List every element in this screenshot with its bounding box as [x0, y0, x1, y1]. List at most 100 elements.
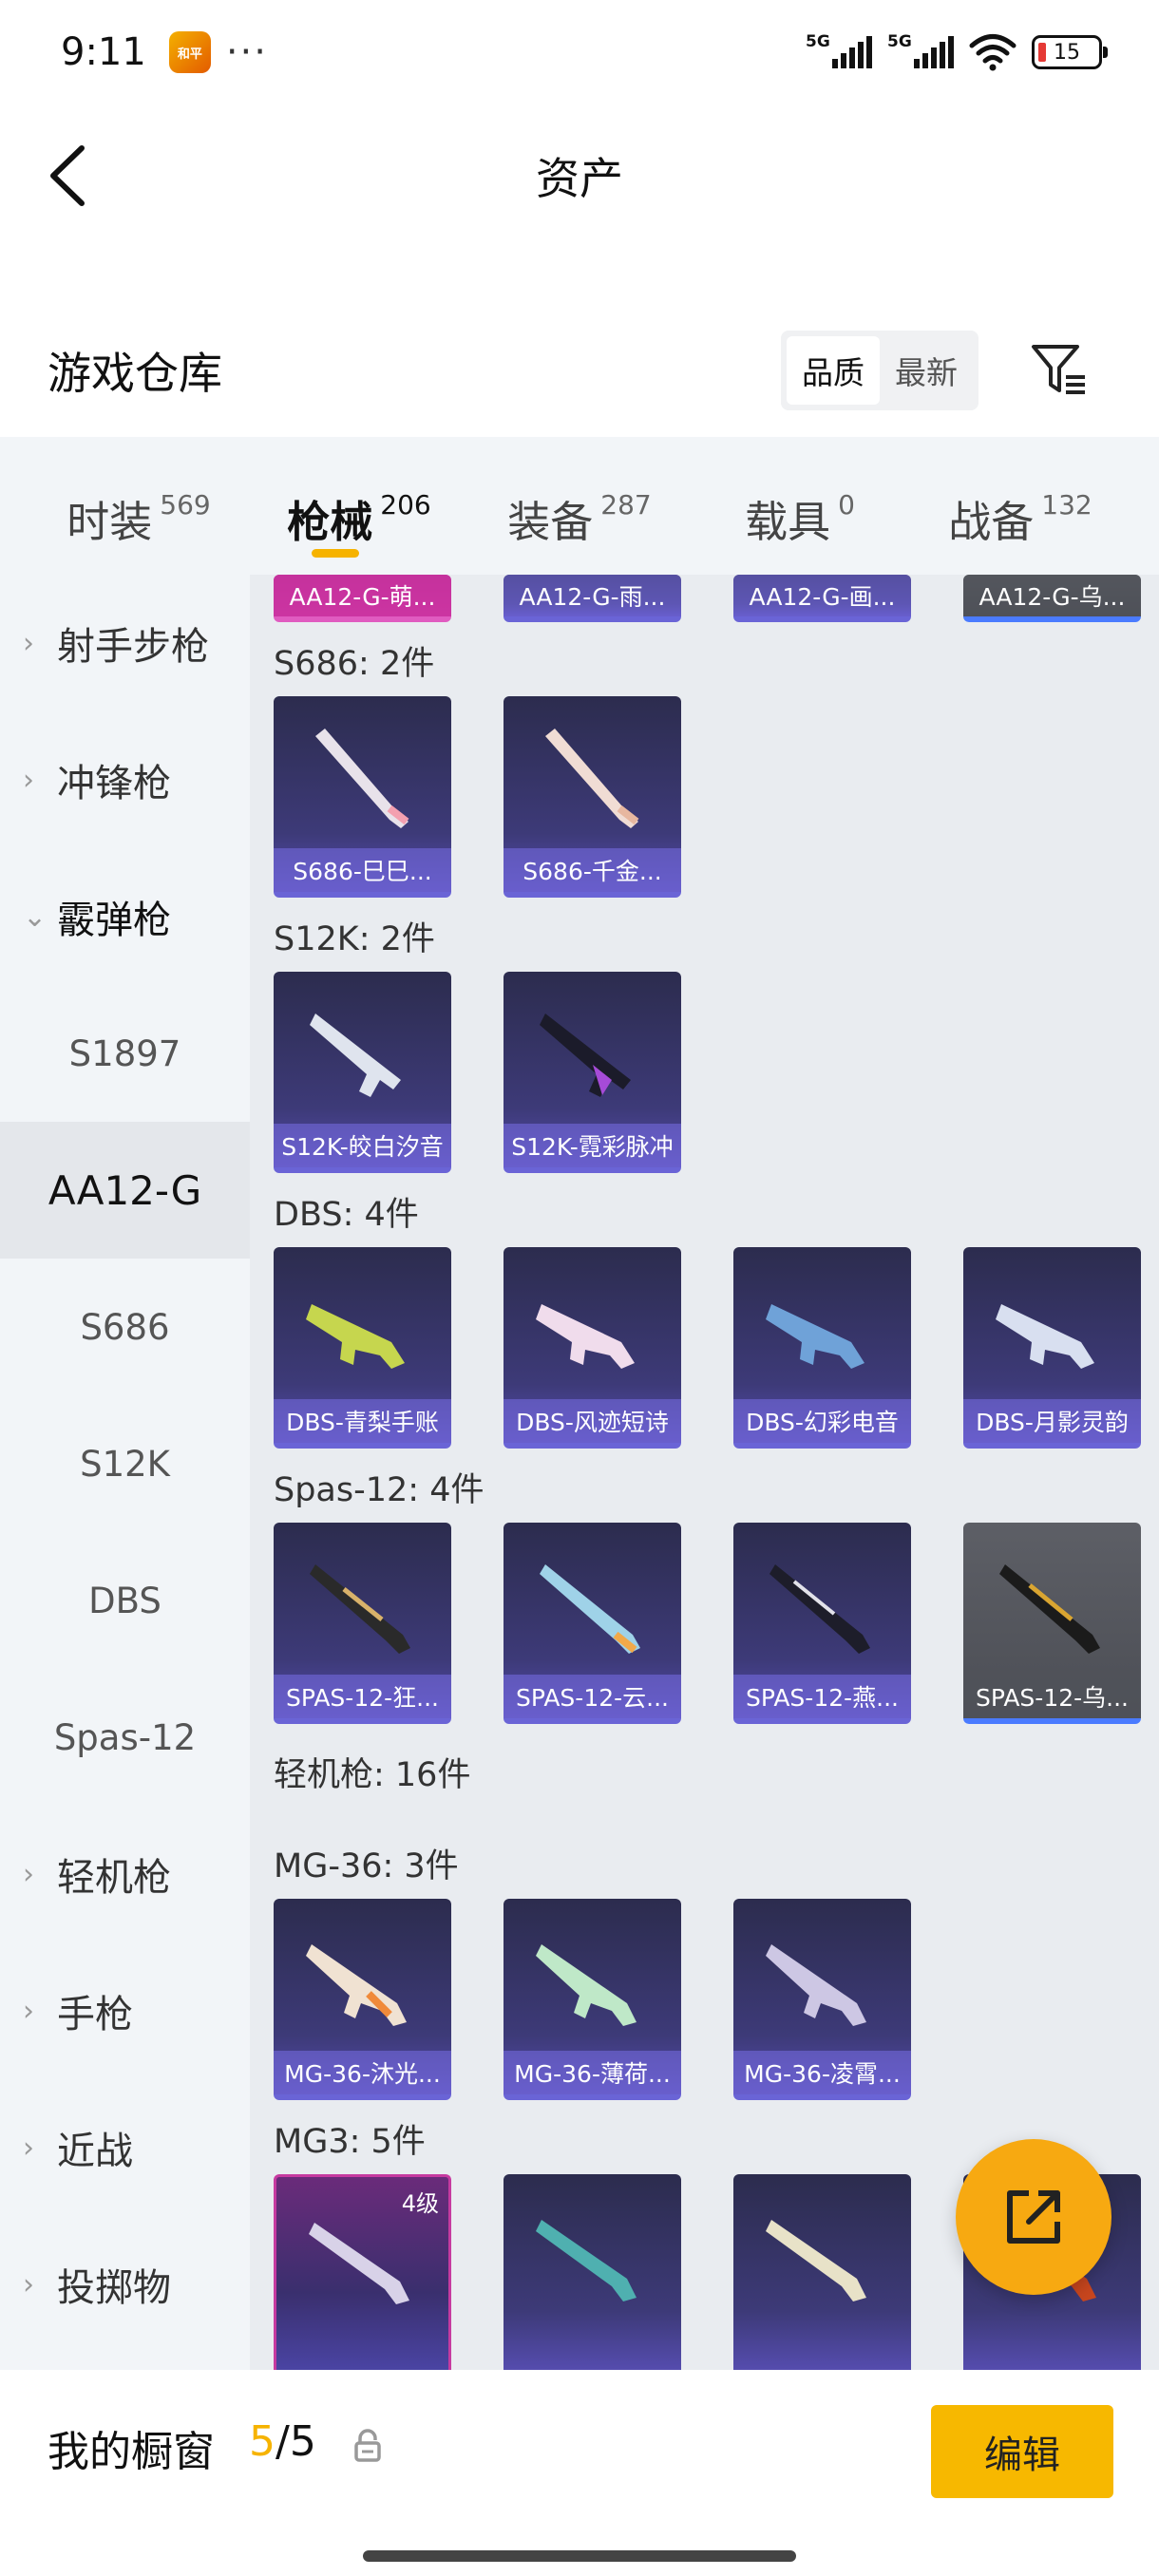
- sidebar-item-label: 手枪: [57, 1993, 133, 2036]
- weapon-card[interactable]: SPAS-12-云...: [504, 1523, 681, 1724]
- sidebar-sub-s686[interactable]: S686: [0, 1259, 250, 1395]
- shotgun-image: [770, 1564, 870, 1654]
- weapon-name: AA12-G-萌...: [274, 575, 451, 616]
- weapon-card[interactable]: SPAS-12-燕...: [733, 1523, 911, 1724]
- tab-label: 枪械: [287, 496, 373, 547]
- battery-level: 15: [1054, 40, 1080, 65]
- sidebar-sub-aa12g[interactable]: AA12-G: [0, 1122, 250, 1259]
- sidebar-sub-s12k[interactable]: S12K: [0, 1395, 250, 1532]
- showcase-title: 我的橱窗: [48, 2428, 215, 2476]
- weapon-card[interactable]: SPAS-12-乌...: [963, 1523, 1141, 1724]
- tab-guns[interactable]: 枪械 206: [249, 468, 469, 558]
- weapon-card[interactable]: DBS-幻彩电音: [733, 1247, 911, 1449]
- weapon-card[interactable]: AA12-G-画...: [733, 575, 911, 622]
- weapon-card[interactable]: AA12-G-乌...: [963, 575, 1141, 622]
- shotgun-image: [315, 729, 409, 828]
- sidebar-item-shotgun[interactable]: ⌄ 霰弹枪: [0, 848, 250, 985]
- rifle-image: [540, 1013, 631, 1097]
- tab-label: 装备: [507, 496, 594, 547]
- weapon-card[interactable]: AA12-G-萌...: [274, 575, 451, 622]
- tab-supplies[interactable]: 战备 132: [910, 468, 1130, 547]
- tab-fashion[interactable]: 时装 569: [28, 468, 249, 547]
- sidebar-item-label: 射手步枪: [57, 625, 209, 669]
- weapon-type-sidebar: › 射手步枪 › 冲锋枪 ⌄ 霰弹枪 S1897 AA12-G S686 S12…: [0, 575, 250, 2370]
- weapon-card[interactable]: S686-千金...: [504, 696, 681, 898]
- section-header: 游戏仓库 品质 最新: [0, 313, 1159, 427]
- tab-count: 0: [838, 488, 855, 521]
- rifle-image: [310, 1013, 401, 1097]
- share-button[interactable]: [956, 2139, 1112, 2295]
- weapon-card[interactable]: S12K-皎白汐音: [274, 972, 451, 1173]
- edit-button[interactable]: 编辑: [931, 2405, 1113, 2498]
- sidebar-item-throwable[interactable]: › 投掷物: [0, 2216, 250, 2353]
- sidebar-sub-dbs[interactable]: DBS: [0, 1532, 250, 1669]
- sidebar-sub-s1897[interactable]: S1897: [0, 985, 250, 1122]
- weapon-card[interactable]: [733, 2174, 911, 2370]
- lmg-image: [536, 1944, 636, 2026]
- weapon-card[interactable]: DBS-月影灵韵: [963, 1247, 1141, 1449]
- page-title: 资产: [536, 153, 623, 204]
- showcase-bar: 我的橱窗 5/5 编辑: [0, 2370, 1159, 2576]
- chevron-down-icon: ⌄: [23, 900, 48, 934]
- sidebar-item-label: 轻机枪: [57, 1856, 171, 1900]
- group-label: MG-36: 3件: [274, 1847, 459, 1885]
- tab-vehicles[interactable]: 载具 0: [690, 468, 910, 547]
- tab-count: 132: [1041, 488, 1092, 521]
- sidebar-item-smg[interactable]: › 冲锋枪: [0, 711, 250, 848]
- weapon-name: AA12-G-乌...: [963, 575, 1141, 616]
- weapon-name: AA12-G-雨...: [504, 575, 681, 616]
- share-external-icon: [1007, 2190, 1060, 2244]
- filter-icon: [1032, 345, 1085, 394]
- lmg-image: [309, 2223, 409, 2304]
- weapon-card[interactable]: AA12-G-雨...: [504, 575, 681, 622]
- weapon-card[interactable]: DBS-青梨手账: [274, 1247, 451, 1449]
- chevron-right-icon: ›: [23, 1857, 34, 1891]
- weapon-card[interactable]: 4级: [274, 2174, 451, 2370]
- sort-toggle: 品质 最新: [781, 331, 978, 410]
- sidebar-item-pistol[interactable]: › 手枪: [0, 1942, 250, 2079]
- back-button[interactable]: [38, 142, 95, 209]
- wifi-icon: [969, 34, 1016, 71]
- section-title: 游戏仓库: [48, 348, 222, 399]
- weapon-name: DBS-月影灵韵: [963, 1399, 1141, 1443]
- sidebar-item-label: 霰弹枪: [57, 899, 171, 942]
- showcase-count-current: 5: [249, 2417, 276, 2466]
- tab-count: 287: [600, 488, 652, 521]
- chevron-right-icon: ›: [23, 626, 34, 660]
- status-time: 9:11: [61, 30, 146, 74]
- weapon-card[interactable]: MG-36-薄荷...: [504, 1899, 681, 2100]
- sidebar-item-marksman-rifle[interactable]: › 射手步枪: [0, 575, 250, 711]
- weapon-name: SPAS-12-狂...: [274, 1675, 451, 1718]
- sidebar-item-lmg[interactable]: › 轻机枪: [0, 1806, 250, 1942]
- sort-newest-button[interactable]: 最新: [880, 336, 973, 405]
- weapon-name: S12K-皎白汐音: [274, 1124, 451, 1167]
- weapon-name: MG-36-沐光...: [274, 2051, 451, 2094]
- weapon-card[interactable]: SPAS-12-狂...: [274, 1523, 451, 1724]
- sort-quality-button[interactable]: 品质: [787, 336, 880, 405]
- weapon-card[interactable]: S686-巳巳...: [274, 696, 451, 898]
- weapon-name: S686-千金...: [504, 848, 681, 892]
- weapon-card[interactable]: DBS-风迹短诗: [504, 1247, 681, 1449]
- home-indicator[interactable]: [363, 2550, 796, 2562]
- chevron-left-icon: [50, 145, 85, 206]
- more-notifications-icon: ···: [225, 30, 268, 74]
- lock-icon: [354, 2429, 381, 2462]
- weapon-card[interactable]: [504, 2174, 681, 2370]
- tab-label: 战备: [948, 496, 1035, 547]
- weapon-card[interactable]: MG-36-沐光...: [274, 1899, 451, 2100]
- shotgun-image: [540, 1564, 640, 1654]
- weapon-card[interactable]: S12K-霓彩脉冲: [504, 972, 681, 1173]
- nav-bar: 资产: [0, 104, 1159, 247]
- sidebar-item-melee[interactable]: › 近战: [0, 2079, 250, 2216]
- weapon-grid: AA12-G-萌... AA12-G-雨... AA12-G-画... AA12…: [250, 575, 1159, 2370]
- sidebar-sub-spas12[interactable]: Spas-12: [0, 1669, 250, 1806]
- weapon-card[interactable]: MG-36-凌霄...: [733, 1899, 911, 2100]
- shotgun-image: [996, 1304, 1094, 1369]
- tab-equipment[interactable]: 装备 287: [469, 468, 690, 547]
- filter-button[interactable]: [1026, 337, 1092, 404]
- shotgun-image: [999, 1564, 1100, 1654]
- group-label: S12K: 2件: [274, 919, 435, 958]
- group-label: DBS: 4件: [274, 1195, 419, 1234]
- status-bar: 9:11 和平 ··· 5G 5G 15: [0, 0, 1159, 104]
- shotgun-image: [536, 1304, 635, 1369]
